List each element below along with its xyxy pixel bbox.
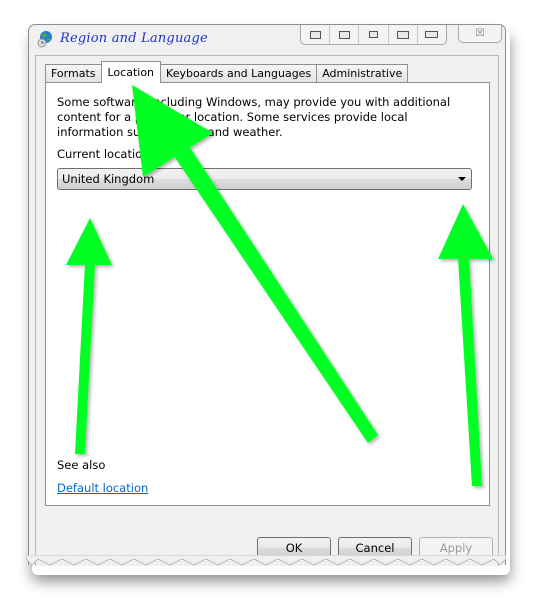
snap-left-icon — [309, 30, 321, 39]
window-title: Region and Language — [60, 31, 208, 46]
location-description: Some software, including Windows, may pr… — [57, 95, 451, 139]
restore-button[interactable] — [330, 25, 360, 44]
dialog-client-area: Formats Location Keyboards and Languages… — [35, 55, 499, 566]
globe-clock-icon — [37, 31, 52, 48]
snap-right-button[interactable] — [389, 25, 418, 44]
location-tab-panel: Some software, including Windows, may pr… — [45, 82, 490, 506]
default-location-link[interactable]: Default location — [57, 481, 148, 495]
snap-right-icon — [396, 30, 409, 39]
center-button[interactable] — [359, 25, 389, 44]
close-icon: ☒ — [475, 28, 485, 39]
current-location-label: Current location: — [57, 147, 154, 161]
tab-administrative[interactable]: Administrative — [316, 64, 409, 82]
restore-icon — [338, 30, 350, 39]
maximize-width-icon — [425, 31, 439, 38]
close-button[interactable]: ☒ — [458, 25, 502, 43]
chevron-down-icon[interactable] — [458, 177, 466, 181]
tab-strip: Formats Location Keyboards and Languages… — [45, 61, 409, 83]
region-language-dialog: Region and Language ☒ Formats Location K… — [28, 24, 506, 566]
tab-keyboards-and-languages[interactable]: Keyboards and Languages — [160, 64, 318, 82]
snap-left-button[interactable] — [301, 25, 331, 44]
current-location-value: United Kingdom — [62, 172, 155, 186]
current-location-dropdown[interactable]: United Kingdom — [57, 168, 472, 190]
center-icon — [369, 31, 378, 38]
tab-formats[interactable]: Formats — [45, 64, 102, 82]
tab-location[interactable]: Location — [100, 61, 162, 83]
see-also-label: See also — [57, 458, 106, 472]
torn-edge — [26, 555, 506, 566]
titlebar-tool-group — [300, 25, 447, 45]
maximize-width-button[interactable] — [418, 25, 446, 44]
title-bar[interactable]: Region and Language ☒ — [29, 25, 505, 55]
